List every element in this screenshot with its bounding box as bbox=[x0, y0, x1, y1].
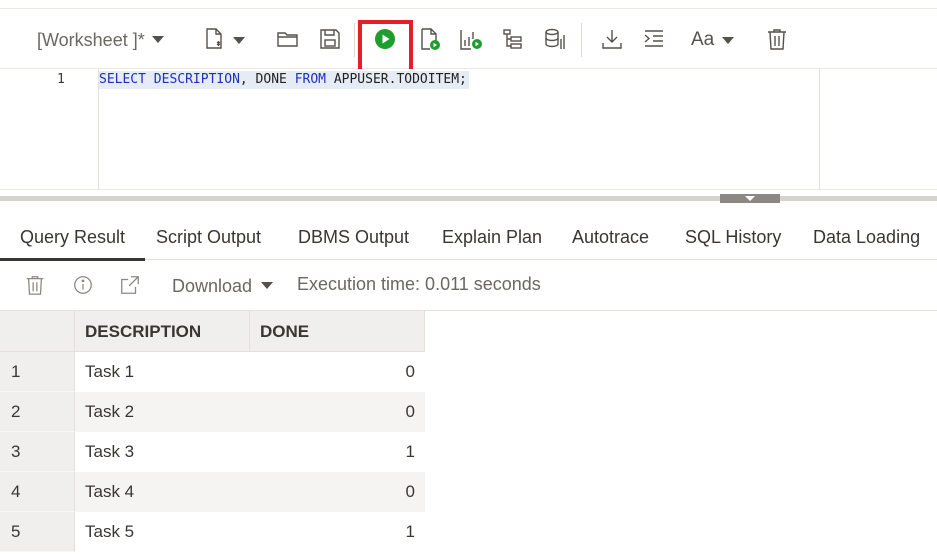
result-grid: DESCRIPTION DONE 1 Task 1 0 2 Task 2 0 3 Task 3… bbox=[0, 311, 425, 552]
row-number: 1 bbox=[0, 352, 75, 392]
tab-data-loading[interactable]: Data Loading bbox=[813, 227, 920, 248]
run-script-icon[interactable] bbox=[418, 27, 442, 51]
result-toolbar: Download Execution time: 0.011 seconds bbox=[0, 260, 937, 311]
description-cell[interactable]: Task 3 bbox=[75, 432, 250, 472]
column-header-description[interactable]: DESCRIPTION bbox=[75, 311, 250, 352]
description-cell[interactable]: Task 2 bbox=[75, 392, 250, 432]
execution-time: Execution time: 0.011 seconds bbox=[297, 274, 541, 294]
table-row[interactable]: 1 Task 10 bbox=[0, 352, 425, 392]
row-number: 5 bbox=[0, 512, 75, 552]
sql-keyword: DESCRIPTION bbox=[153, 72, 240, 87]
toolbar-separator bbox=[354, 23, 355, 57]
autotrace-icon[interactable] bbox=[459, 27, 483, 51]
sql-keyword: SELECT bbox=[99, 72, 146, 87]
download-caret-icon[interactable] bbox=[261, 282, 273, 289]
format-icon[interactable] bbox=[642, 27, 666, 51]
tab-explain-plan[interactable]: Explain Plan bbox=[442, 227, 542, 248]
font-caret-icon[interactable] bbox=[722, 37, 734, 44]
splitter-handle[interactable] bbox=[720, 194, 780, 203]
sql-text: DONE bbox=[255, 72, 287, 87]
save-icon[interactable] bbox=[318, 27, 342, 51]
tab-sql-history[interactable]: SQL History bbox=[685, 227, 781, 248]
explain-plan-icon[interactable] bbox=[501, 27, 525, 51]
run-statement-icon[interactable] bbox=[373, 27, 397, 51]
clear-icon[interactable] bbox=[765, 27, 789, 51]
row-number: 2 bbox=[0, 392, 75, 432]
row-number: 4 bbox=[0, 472, 75, 512]
line-number-gutter: 1 bbox=[0, 69, 99, 190]
done-cell[interactable]: 1 bbox=[250, 512, 425, 552]
done-cell[interactable]: 0 bbox=[250, 352, 425, 392]
info-icon[interactable] bbox=[72, 274, 94, 296]
table-row[interactable]: 4 Task 40 bbox=[0, 472, 425, 512]
sql-text: APPUSER.TODOITEM; bbox=[326, 72, 467, 87]
open-folder-icon[interactable] bbox=[276, 27, 300, 51]
done-cell[interactable]: 0 bbox=[250, 392, 425, 432]
tab-autotrace[interactable]: Autotrace bbox=[572, 227, 649, 248]
grid-body: 1 Task 1 0 2 Task 2 0 3 Task 3 1 4 Task 4 0 5 Task 51 bbox=[0, 352, 425, 552]
description-cell[interactable]: Task 5 bbox=[75, 512, 250, 552]
line-number: 1 bbox=[57, 72, 65, 87]
done-cell[interactable]: 0 bbox=[250, 472, 425, 512]
code-line[interactable]: SELECT DESCRIPTION, DONE FROM APPUSER.TO… bbox=[99, 71, 469, 89]
download-dropdown[interactable]: Download bbox=[172, 276, 252, 297]
sql-editor[interactable]: 1 SELECT DESCRIPTION, DONE FROM APPUSER.… bbox=[0, 69, 937, 190]
sql-text: , bbox=[239, 72, 256, 87]
collapse-caret-icon bbox=[745, 196, 755, 201]
description-cell[interactable]: Task 4 bbox=[75, 472, 250, 512]
row-number-header bbox=[0, 311, 75, 352]
pane-splitter[interactable] bbox=[0, 190, 937, 209]
table-row[interactable]: 3 Task 31 bbox=[0, 432, 425, 472]
new-file-icon[interactable] bbox=[202, 27, 226, 51]
row-number: 3 bbox=[0, 432, 75, 472]
done-cell[interactable]: 1 bbox=[250, 432, 425, 472]
tab-dbms-output[interactable]: DBMS Output bbox=[298, 227, 409, 248]
tab-query-result[interactable]: Query Result bbox=[0, 227, 146, 261]
table-row[interactable]: 5 Task 51 bbox=[0, 512, 425, 552]
download-icon[interactable] bbox=[600, 27, 624, 51]
table-row[interactable]: 2 Task 20 bbox=[0, 392, 425, 432]
splitter-bar[interactable] bbox=[0, 196, 937, 201]
new-file-caret-icon[interactable] bbox=[233, 37, 245, 44]
result-tabs: Query Result Script Output DBMS Output E… bbox=[0, 210, 937, 261]
font-icon[interactable]: Aa bbox=[691, 29, 714, 51]
worksheet-toolbar: [Worksheet ]* Aa bbox=[0, 8, 937, 75]
delete-results-icon[interactable] bbox=[24, 274, 46, 296]
worksheet-name[interactable]: [Worksheet ]* bbox=[37, 30, 145, 51]
editor-minimap-edge bbox=[819, 69, 820, 190]
column-header-done[interactable]: DONE bbox=[250, 311, 425, 352]
description-cell[interactable]: Task 1 bbox=[75, 352, 250, 392]
sql-keyword: FROM bbox=[294, 72, 326, 87]
grid-header-row: DESCRIPTION DONE bbox=[0, 311, 425, 352]
open-in-new-window-icon[interactable] bbox=[119, 274, 141, 296]
toolbar-separator bbox=[581, 23, 582, 57]
tab-script-output[interactable]: Script Output bbox=[156, 227, 261, 248]
worksheet-menu-caret-icon[interactable] bbox=[152, 36, 164, 43]
sql-tuning-icon[interactable] bbox=[543, 27, 567, 51]
